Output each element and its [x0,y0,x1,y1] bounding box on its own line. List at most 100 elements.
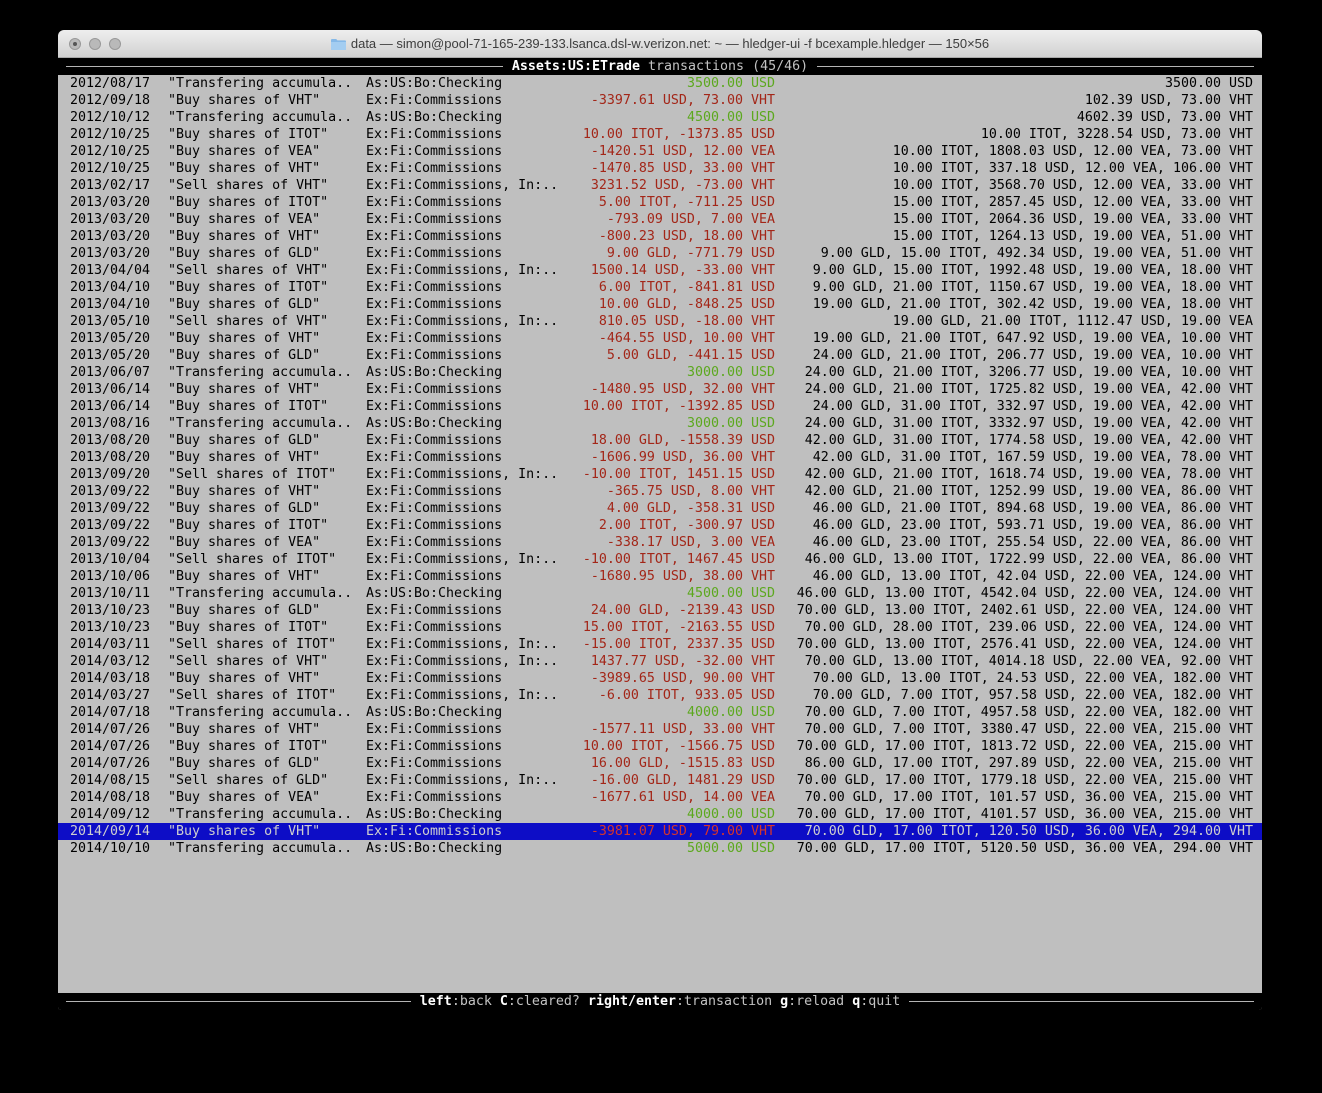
transaction-row[interactable]: 2013/09/20 "Sell shares of ITOT" Ex:Fi:C… [58,466,1262,483]
transaction-date: 2014/07/26 [70,755,150,772]
transaction-row[interactable]: 2014/08/18 "Buy shares of VEA" Ex:Fi:Com… [58,789,1262,806]
transaction-date: 2012/10/25 [70,126,150,143]
transaction-amount: -3397.61 USD, 73.00 VHT [591,92,775,109]
transaction-amount: -365.75 USD, 8.00 VHT [607,483,775,500]
transaction-description: "Buy shares of VHT" [168,381,320,398]
transaction-date: 2014/09/12 [70,806,150,823]
transaction-balance: 70.00 GLD, 7.00 ITOT, 3380.47 USD, 22.00… [805,721,1253,738]
transaction-row[interactable]: 2013/06/07 "Transfering accumula.. As:US… [58,364,1262,381]
transaction-row[interactable]: 2013/10/04 "Sell shares of ITOT" Ex:Fi:C… [58,551,1262,568]
transaction-balance: 46.00 GLD, 21.00 ITOT, 894.68 USD, 19.00… [813,500,1253,517]
bar-rule-right [909,1001,1254,1002]
transaction-row[interactable]: 2013/04/10 "Buy shares of GLD" Ex:Fi:Com… [58,296,1262,313]
transaction-row[interactable]: 2013/10/11 "Transfering accumula.. As:US… [58,585,1262,602]
transaction-row[interactable]: 2013/05/20 "Buy shares of VHT" Ex:Fi:Com… [58,330,1262,347]
transaction-balance: 86.00 GLD, 17.00 ITOT, 297.89 USD, 22.00… [805,755,1253,772]
transaction-date: 2014/08/15 [70,772,150,789]
transaction-row[interactable]: 2013/10/06 "Buy shares of VHT" Ex:Fi:Com… [58,568,1262,585]
transaction-date: 2013/05/20 [70,330,150,347]
transaction-amount: -800.23 USD, 18.00 VHT [599,228,775,245]
transaction-description: "Sell shares of ITOT" [168,551,336,568]
transaction-row[interactable]: 2012/10/12 "Transfering accumula.. As:US… [58,109,1262,126]
transaction-description: "Buy shares of VEA" [168,211,320,228]
transaction-other-accounts: Ex:Fi:Commissions [366,534,502,551]
transaction-row[interactable]: 2013/09/22 "Buy shares of ITOT" Ex:Fi:Co… [58,517,1262,534]
transaction-row[interactable]: 2013/04/10 "Buy shares of ITOT" Ex:Fi:Co… [58,279,1262,296]
transaction-row[interactable]: 2013/08/16 "Transfering accumula.. As:US… [58,415,1262,432]
window-controls [69,30,121,57]
transaction-row[interactable]: 2012/08/17 "Transfering accumula.. As:US… [58,75,1262,92]
transaction-amount: -1680.95 USD, 38.00 VHT [591,568,775,585]
transaction-row[interactable]: 2012/10/25 "Buy shares of VEA" Ex:Fi:Com… [58,143,1262,160]
transaction-row[interactable]: 2014/03/11 "Sell shares of ITOT" Ex:Fi:C… [58,636,1262,653]
transaction-row[interactable]: 2013/05/20 "Buy shares of GLD" Ex:Fi:Com… [58,347,1262,364]
transaction-row[interactable]: 2014/09/14 "Buy shares of VHT" Ex:Fi:Com… [58,823,1262,840]
transaction-description: "Sell shares of VHT" [168,262,328,279]
transaction-row[interactable]: 2014/09/12 "Transfering accumula.. As:US… [58,806,1262,823]
transaction-row[interactable]: 2014/03/27 "Sell shares of ITOT" Ex:Fi:C… [58,687,1262,704]
transaction-row[interactable]: 2013/03/20 "Buy shares of ITOT" Ex:Fi:Co… [58,194,1262,211]
transaction-date: 2013/08/20 [70,449,150,466]
transaction-other-accounts: Ex:Fi:Commissions, In:.. [366,262,558,279]
transaction-other-accounts: Ex:Fi:Commissions [366,296,502,313]
transaction-row[interactable]: 2014/08/15 "Sell shares of GLD" Ex:Fi:Co… [58,772,1262,789]
transaction-row[interactable]: 2013/09/22 "Buy shares of VEA" Ex:Fi:Com… [58,534,1262,551]
transaction-balance: 19.00 GLD, 21.00 ITOT, 302.42 USD, 19.00… [813,296,1253,313]
transaction-row[interactable]: 2013/08/20 "Buy shares of GLD" Ex:Fi:Com… [58,432,1262,449]
terminal-screen: Assets:US:ETrade transactions (45/46) 20… [58,58,1262,1010]
transaction-row[interactable]: 2014/07/26 "Buy shares of GLD" Ex:Fi:Com… [58,755,1262,772]
transaction-row[interactable]: 2013/08/20 "Buy shares of VHT" Ex:Fi:Com… [58,449,1262,466]
zoom-button[interactable] [109,38,121,50]
transaction-date: 2013/10/23 [70,619,150,636]
transaction-row[interactable]: 2014/07/18 "Transfering accumula.. As:US… [58,704,1262,721]
transaction-row[interactable]: 2014/07/26 "Buy shares of VHT" Ex:Fi:Com… [58,721,1262,738]
transaction-row[interactable]: 2013/03/20 "Buy shares of VHT" Ex:Fi:Com… [58,228,1262,245]
transaction-row[interactable]: 2013/06/14 "Buy shares of ITOT" Ex:Fi:Co… [58,398,1262,415]
transaction-date: 2013/03/20 [70,245,150,262]
close-button[interactable] [69,38,81,50]
window-titlebar[interactable]: data — simon@pool-71-165-239-133.lsanca.… [58,30,1262,58]
transaction-row[interactable]: 2013/10/23 "Buy shares of ITOT" Ex:Fi:Co… [58,619,1262,636]
transaction-amount: -1470.85 USD, 33.00 VHT [591,160,775,177]
transaction-amount: -338.17 USD, 3.00 VEA [607,534,775,551]
transaction-row[interactable]: 2013/09/22 "Buy shares of GLD" Ex:Fi:Com… [58,500,1262,517]
transaction-description: "Buy shares of VHT" [168,228,320,245]
transaction-row[interactable]: 2012/10/25 "Buy shares of ITOT" Ex:Fi:Co… [58,126,1262,143]
transaction-row[interactable]: 2013/06/14 "Buy shares of VHT" Ex:Fi:Com… [58,381,1262,398]
transaction-other-accounts: As:US:Bo:Checking [366,806,502,823]
transaction-other-accounts: Ex:Fi:Commissions [366,602,502,619]
transaction-row[interactable]: 2013/09/22 "Buy shares of VHT" Ex:Fi:Com… [58,483,1262,500]
transaction-row[interactable]: 2013/05/10 "Sell shares of VHT" Ex:Fi:Co… [58,313,1262,330]
transaction-amount: -6.00 ITOT, 933.05 USD [599,687,775,704]
transaction-balance: 4602.39 USD, 73.00 VHT [1077,109,1253,126]
transaction-amount: 3000.00 USD [687,415,775,432]
transaction-date: 2013/09/22 [70,517,150,534]
transaction-row[interactable]: 2013/03/20 "Buy shares of VEA" Ex:Fi:Com… [58,211,1262,228]
transaction-row[interactable]: 2013/03/20 "Buy shares of GLD" Ex:Fi:Com… [58,245,1262,262]
transaction-other-accounts: Ex:Fi:Commissions [366,279,502,296]
transaction-date: 2014/08/18 [70,789,150,806]
transaction-other-accounts: Ex:Fi:Commissions [366,738,502,755]
transaction-other-accounts: Ex:Fi:Commissions, In:.. [366,466,558,483]
transaction-date: 2013/09/20 [70,466,150,483]
transaction-row[interactable]: 2013/10/23 "Buy shares of GLD" Ex:Fi:Com… [58,602,1262,619]
transaction-row[interactable]: 2013/04/04 "Sell shares of VHT" Ex:Fi:Co… [58,262,1262,279]
minimize-button[interactable] [89,38,101,50]
transaction-row[interactable]: 2014/03/18 "Buy shares of VHT" Ex:Fi:Com… [58,670,1262,687]
transaction-date: 2013/08/20 [70,432,150,449]
transaction-row[interactable]: 2014/03/12 "Sell shares of VHT" Ex:Fi:Co… [58,653,1262,670]
transaction-row[interactable]: 2013/02/17 "Sell shares of VHT" Ex:Fi:Co… [58,177,1262,194]
transaction-row[interactable]: 2012/09/18 "Buy shares of VHT" Ex:Fi:Com… [58,92,1262,109]
transaction-row[interactable]: 2012/10/25 "Buy shares of VHT" Ex:Fi:Com… [58,160,1262,177]
transaction-description: "Sell shares of VHT" [168,313,328,330]
transaction-date: 2013/09/22 [70,500,150,517]
bar-rule-left [66,1001,411,1002]
transaction-row[interactable]: 2014/10/10 "Transfering accumula.. As:US… [58,840,1262,857]
transaction-balance: 10.00 ITOT, 1808.03 USD, 12.00 VEA, 73.0… [893,143,1253,160]
transaction-row[interactable]: 2014/07/26 "Buy shares of ITOT" Ex:Fi:Co… [58,738,1262,755]
transaction-date: 2014/03/27 [70,687,150,704]
transaction-amount: 3500.00 USD [687,75,775,92]
transaction-date: 2013/05/20 [70,347,150,364]
transaction-balance: 10.00 ITOT, 337.18 USD, 12.00 VEA, 106.0… [893,160,1253,177]
transaction-amount: 3231.52 USD, -73.00 VHT [591,177,775,194]
